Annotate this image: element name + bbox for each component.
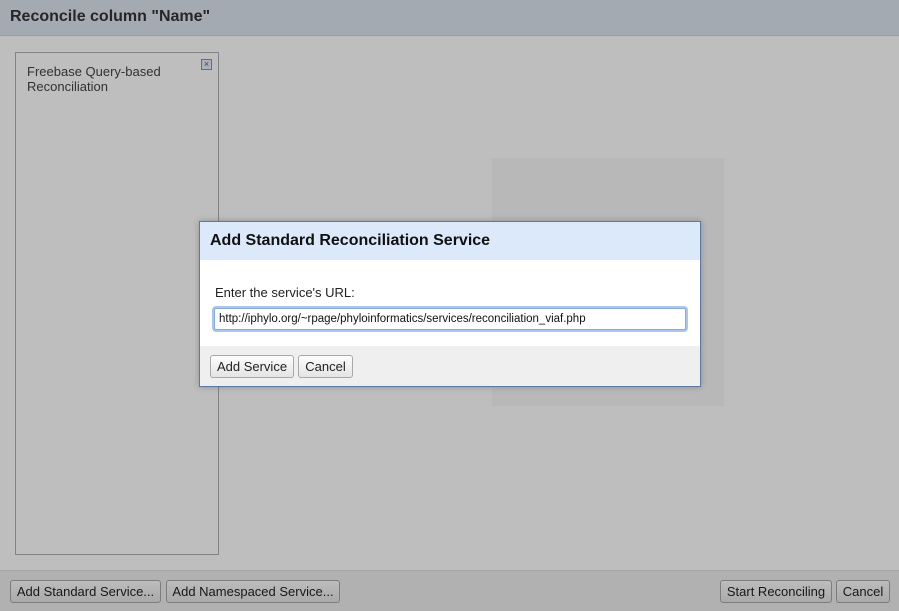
dialog-header: Add Standard Reconciliation Service <box>200 222 700 260</box>
dialog-cancel-button[interactable]: Cancel <box>298 355 353 378</box>
dialog-body: Enter the service's URL: <box>200 260 700 346</box>
dialog-title: Add Standard Reconciliation Service <box>210 232 491 249</box>
add-service-button[interactable]: Add Service <box>210 355 294 378</box>
service-url-input[interactable] <box>214 308 686 330</box>
url-label: Enter the service's URL: <box>215 285 355 300</box>
dialog-footer: Add Service Cancel <box>200 346 700 386</box>
add-service-dialog: Add Standard Reconciliation Service Ente… <box>199 221 701 387</box>
